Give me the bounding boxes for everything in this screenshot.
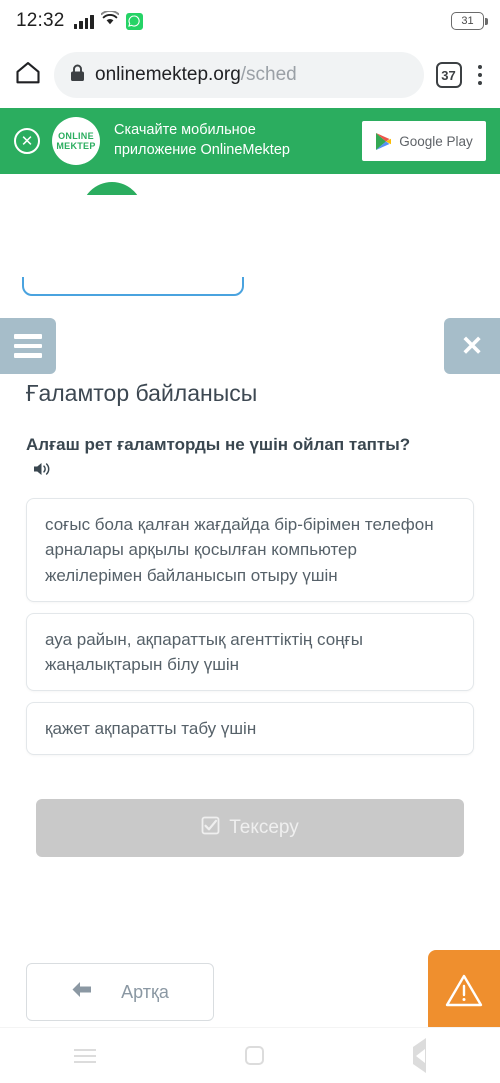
banner-logo-line1: ONLINE — [58, 130, 94, 141]
kebab-menu-icon[interactable] — [474, 61, 487, 90]
arrow-left-icon — [71, 981, 93, 1003]
check-button-label: Тексеру — [229, 817, 299, 839]
tab-count-button[interactable]: 37 — [435, 62, 462, 88]
scroll-mask — [0, 195, 500, 277]
banner-text-line1: Скачайте мобильное — [114, 122, 256, 139]
modal-control-bar: ✕ — [0, 318, 500, 376]
lock-icon — [70, 64, 85, 87]
url-text: onlinemektep.org/sched — [95, 64, 297, 86]
banner-text-line2: приложение OnlineMektep — [114, 142, 290, 158]
whatsapp-icon — [125, 12, 143, 30]
home-icon[interactable] — [14, 59, 42, 92]
recents-icon[interactable] — [74, 1048, 97, 1063]
warning-report-button[interactable] — [428, 950, 500, 1034]
lesson-footer: Артқа — [0, 950, 500, 1034]
google-play-button[interactable]: Google Play — [362, 121, 486, 161]
back-button-label: Артқа — [121, 981, 169, 1002]
banner-logo: ONLINE MEKTEP — [52, 117, 100, 165]
phone-screen: 12:32 31 onlinemektep.org/sched 37 ✕ ONL… — [0, 0, 500, 1083]
browser-toolbar: onlinemektep.org/sched 37 — [0, 42, 500, 108]
banner-text: Скачайте мобильное приложение OnlineMekt… — [112, 121, 350, 160]
status-bar: 12:32 31 — [0, 0, 500, 42]
address-bar[interactable]: onlinemektep.org/sched — [54, 52, 424, 98]
speaker-icon[interactable] — [33, 460, 52, 485]
checkbox-icon — [201, 816, 220, 841]
android-nav-bar — [0, 1027, 500, 1083]
status-time: 12:32 — [16, 10, 65, 31]
signal-icon — [73, 14, 94, 29]
close-circle-icon[interactable]: ✕ — [14, 128, 40, 154]
lesson-content: Ғаламтор байланысы Алғаш рет ғаламторды … — [0, 380, 500, 858]
wifi-icon — [100, 10, 119, 31]
answer-options-list: соғыс бола қалған жағдайда бір-бірімен т… — [26, 498, 474, 756]
status-icon-group — [73, 10, 143, 31]
question-text: Алғаш рет ғаламторды не үшін ойлап тапты… — [26, 435, 411, 454]
hamburger-menu-icon[interactable] — [0, 318, 56, 374]
url-path: /sched — [240, 64, 297, 85]
page-title: Ғаламтор байланысы — [26, 380, 258, 406]
answer-option[interactable]: соғыс бола қалған жағдайда бір-бірімен т… — [26, 498, 474, 602]
google-play-label: Google Play — [399, 133, 473, 149]
answer-option[interactable]: ауа райын, ақпараттық агенттіктің соңғы … — [26, 612, 474, 692]
url-domain: onlinemektep.org — [95, 64, 241, 85]
battery-level: 31 — [461, 14, 474, 27]
answer-option[interactable]: қажет ақпаратты табу үшін — [26, 702, 474, 756]
google-play-icon — [376, 132, 392, 150]
app-install-banner: ✕ ONLINE MEKTEP Скачайте мобильное прило… — [0, 108, 500, 174]
question-text-block: Алғаш рет ғаламторды не үшін ойлап тапты… — [26, 433, 474, 484]
warning-triangle-icon — [444, 972, 484, 1013]
check-button[interactable]: Тексеру — [36, 799, 464, 858]
battery-icon: 31 — [451, 12, 488, 30]
close-icon[interactable]: ✕ — [444, 318, 500, 374]
home-square-icon[interactable] — [244, 1046, 264, 1065]
banner-logo-line2: MEKTEP — [56, 141, 96, 151]
back-button[interactable]: Артқа — [26, 963, 214, 1021]
back-triangle-icon[interactable] — [412, 1037, 426, 1073]
